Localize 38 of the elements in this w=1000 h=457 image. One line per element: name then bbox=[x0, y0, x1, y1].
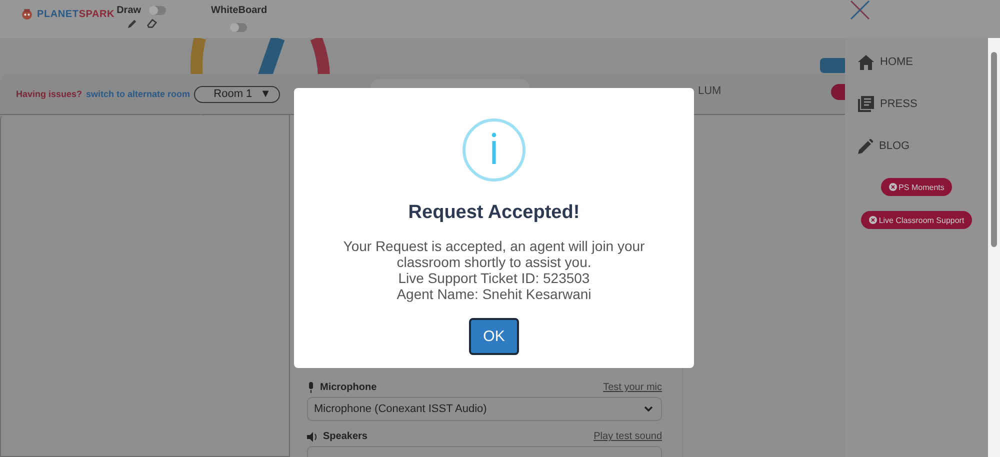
sidebar-item[interactable]: BLOG bbox=[858, 136, 910, 156]
home-icon bbox=[858, 54, 874, 70]
speakers-label: Speakers bbox=[307, 431, 368, 442]
sidebar-item[interactable]: HOME bbox=[858, 52, 913, 72]
sidebar-item[interactable]: PRESS bbox=[858, 94, 918, 114]
issue-text: Having issues? bbox=[16, 89, 82, 99]
pencil-icon[interactable] bbox=[126, 18, 138, 29]
sidebar-badge[interactable]: PS Moments bbox=[880, 178, 952, 196]
dialog-message: Live Support Ticket ID: 523503 bbox=[397, 270, 591, 286]
dialog-title: Request Accepted! bbox=[408, 202, 580, 224]
speaker-icon bbox=[307, 432, 318, 442]
eraser-icon[interactable] bbox=[146, 18, 157, 29]
switch-room-link[interactable]: switch to alternate room bbox=[86, 89, 190, 99]
newspaper-icon bbox=[858, 96, 874, 112]
close-circle-icon bbox=[888, 183, 897, 191]
draw-toggle[interactable] bbox=[151, 6, 166, 15]
record-button[interactable] bbox=[831, 84, 845, 100]
microphone-select[interactable]: Microphone (Conexant ISST Audio) bbox=[307, 397, 662, 421]
chevron-icon bbox=[644, 406, 653, 412]
test-mic-link[interactable]: Test your mic bbox=[603, 382, 662, 393]
ok-button[interactable]: OK bbox=[469, 318, 519, 355]
whiteboard-label: WhiteBoard bbox=[211, 5, 268, 16]
sidebar-badge[interactable]: Live Classroom Support bbox=[860, 211, 972, 229]
microphone-icon bbox=[307, 382, 315, 393]
dialog-message: Agent Name: Snehit Kesarwani bbox=[396, 286, 592, 302]
curriculum-tab[interactable]: LUM bbox=[698, 85, 722, 97]
logo: PLANETSPARK bbox=[20, 7, 115, 21]
play-sound-link[interactable]: Play test sound bbox=[594, 431, 662, 442]
draw-label: Draw bbox=[116, 5, 142, 16]
pencil-icon bbox=[858, 138, 873, 154]
whiteboard-toggle[interactable] bbox=[232, 23, 247, 32]
info-icon bbox=[462, 118, 526, 182]
close-icon[interactable] bbox=[850, 0, 870, 20]
close-circle-icon bbox=[868, 216, 877, 224]
scrollbar[interactable] bbox=[988, 38, 1000, 457]
dialog-message: Your Request is accepted, an agent will join your classroom shortly to assist you. bbox=[342, 238, 646, 270]
microphone-label: Microphone bbox=[307, 382, 377, 393]
room-select[interactable]: Room 1 ▼ bbox=[194, 86, 280, 102]
